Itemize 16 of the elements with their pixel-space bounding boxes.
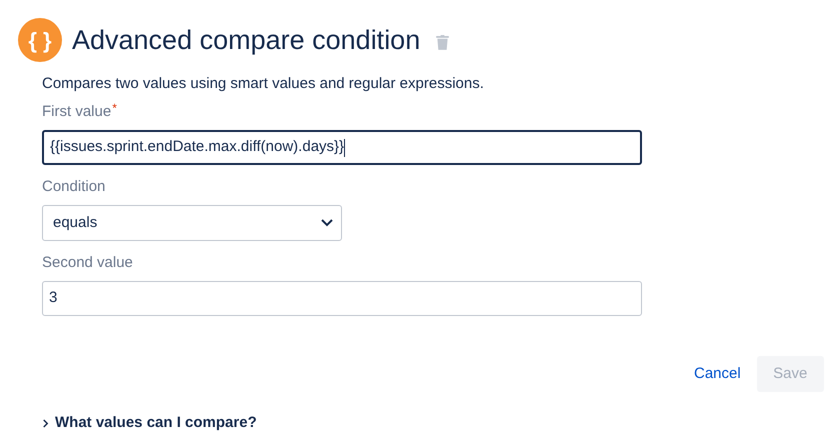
dropdown[interactable]: equals <box>42 205 342 241</box>
chevron-icon <box>42 418 49 428</box>
cancel-link[interactable]: Cancel <box>680 356 755 392</box>
input-field[interactable]: {{issues.sprint.endDate.max.diff(now).days}} <box>42 130 642 165</box>
page-title: Advanced compare condition <box>72 26 420 54</box>
field-label: Second value <box>42 253 133 273</box>
save-button: Save <box>756 356 824 392</box>
field-label: Condition <box>42 177 106 197</box>
description-text: Compares two values using smart values and regular expressions. <box>42 74 485 94</box>
braces-icon: { } <box>18 18 62 62</box>
help-expander[interactable]: What values can I compare? <box>42 412 257 434</box>
field-label: First value <box>42 102 112 122</box>
trash-icon[interactable] <box>436 34 450 50</box>
input-field[interactable]: 3 <box>42 281 642 316</box>
chevron-down-icon <box>321 219 333 227</box>
required-mark: * <box>112 102 117 114</box>
